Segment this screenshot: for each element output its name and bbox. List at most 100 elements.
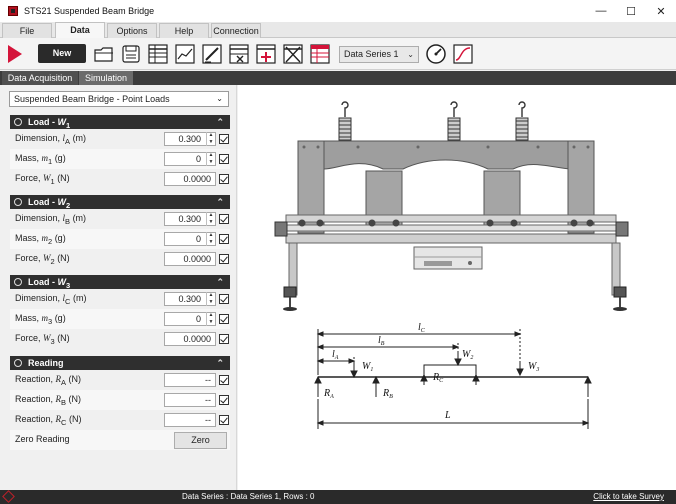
open-folder-icon[interactable] [93,43,115,65]
tab-simulation[interactable]: Simulation [79,71,133,85]
beam-lower [285,233,617,244]
minimize-icon[interactable]: — [586,0,616,22]
load-w3-header[interactable]: Load - W3 ⌃ [10,275,230,290]
force-w3-value: 0.0000 [164,332,216,346]
maximize-icon[interactable]: ☐ [616,0,646,22]
label-la: lA [332,349,339,361]
reaction-rc-checkbox[interactable] [219,415,229,425]
force-w3-checkbox[interactable] [219,334,229,344]
close-icon[interactable]: ✕ [646,0,676,22]
load-w2-force-row: Force, W2 (N) 0.0000 [10,249,230,269]
reaction-label: Reaction, RB (N) [15,394,82,407]
menu-bar: File Data Options Help Connection [0,22,676,39]
menu-tab-data[interactable]: Data [55,22,105,39]
load-w1-header[interactable]: Load - W1 ⌃ [10,115,230,130]
table-icon[interactable] [147,43,169,65]
menu-tab-file[interactable]: File [2,23,52,38]
reaction-rb-row: Reaction, RB (N) -- [10,390,230,410]
survey-link[interactable]: Click to take Survey [593,490,664,504]
app-window: STS21 Suspended Beam Bridge — ☐ ✕ File D… [0,0,676,504]
load-w2-dimension-row: Dimension, lB (m) 0.300 ▲ ▼ [10,209,230,229]
gear-icon [14,198,22,206]
load-w2-mass-row: Mass, m2 (g) 0 ▲ ▼ [10,229,230,249]
spinner-icon[interactable]: ▲ ▼ [206,232,215,246]
force-label: Force, W3 (N) [15,333,70,346]
reaction-label: Reaction, RA (N) [15,374,82,387]
menu-tab-connection[interactable]: Connection [211,23,261,38]
simulation-canvas: lC lB lA W1 W2 W3 RC RA RB L [238,85,676,490]
clear-table-icon[interactable] [282,43,304,65]
mass-m3-checkbox[interactable] [219,314,229,324]
line-chart-icon[interactable] [174,43,196,65]
zero-button[interactable]: Zero [174,432,227,449]
delete-row-icon[interactable] [228,43,250,65]
add-row-icon[interactable] [255,43,277,65]
collapse-icon[interactable]: ⌃ [216,275,224,289]
tab-data-acquisition[interactable]: Data Acquisition [2,71,78,85]
gear-icon [14,118,22,126]
load-w3-mass-row: Mass, m3 (g) 0 ▲ ▼ [10,309,230,329]
reaction-rb-checkbox[interactable] [219,395,229,405]
spinner-icon[interactable]: ▲ ▼ [206,312,215,326]
gear-icon [14,278,22,286]
reading-header[interactable]: Reading ⌃ [10,356,230,370]
curve-icon[interactable] [452,43,474,65]
beam-upper [285,214,617,223]
dimension-lc-checkbox[interactable] [219,294,229,304]
mass-m2-checkbox[interactable] [219,234,229,244]
sub-tab-bar: Data Acquisition Simulation [0,71,676,85]
gauge-icon[interactable] [425,43,447,65]
load-w3-dimension-row: Dimension, lC (m) 0.300 ▲ ▼ [10,289,230,309]
menu-tab-options[interactable]: Options [107,23,157,38]
force-w2-checkbox[interactable] [219,254,229,264]
data-series-value: Data Series 1 [344,49,399,59]
load-w3-force-row: Force, W3 (N) 0.0000 [10,329,230,349]
force-w1-value: 0.0000 [164,172,216,186]
force-w2-value: 0.0000 [164,252,216,266]
left-foot [283,286,297,298]
label-lc: lC [418,322,426,334]
spring-hook-1 [338,101,352,141]
dimension-la-checkbox[interactable] [219,134,229,144]
right-foot-base [613,307,627,311]
reaction-ra-row: Reaction, RA (N) -- [10,370,230,390]
force-w1-checkbox[interactable] [219,174,229,184]
experiment-select[interactable]: Suspended Beam Bridge - Point Loads ⌄ [9,91,229,107]
collapse-icon[interactable]: ⌃ [216,115,224,129]
spinner-icon[interactable]: ▲ ▼ [206,132,215,146]
label-rb: RB [382,388,393,400]
status-bar: Data Series : Data Series 1, Rows : 0 Cl… [0,490,676,504]
right-foot [613,286,627,298]
reaction-label: Reaction, RC (N) [15,414,82,427]
settings-panel: Suspended Beam Bridge - Point Loads ⌄ Lo… [0,85,237,490]
new-button[interactable]: New [38,44,86,63]
label-w1: W1 [362,361,373,373]
reaction-ra-checkbox[interactable] [219,375,229,385]
reaction-rc-row: Reaction, RC (N) -- [10,410,230,430]
load-w2-header[interactable]: Load - W2 ⌃ [10,195,230,210]
play-icon[interactable] [8,45,22,63]
spinner-icon[interactable]: ▲ ▼ [206,152,215,166]
label-rc: RC [432,372,444,384]
table-settings-icon[interactable] [309,43,331,65]
status-text: Data Series : Data Series 1, Rows : 0 [182,492,315,501]
label-w3: W3 [528,361,539,373]
window-controls: — ☐ ✕ [586,0,676,22]
load-w1-mass-row: Mass, m1 (g) 0 ▲ ▼ [10,149,230,169]
mass-m1-checkbox[interactable] [219,154,229,164]
edit-icon[interactable] [201,43,223,65]
status-logo-icon [2,490,15,503]
chevron-down-icon: ⌄ [216,94,223,103]
spinner-icon[interactable]: ▲ ▼ [206,292,215,306]
load-w1-dimension-row: Dimension, lA (m) 0.300 ▲ ▼ [10,129,230,149]
collapse-icon[interactable]: ⌃ [216,195,224,209]
zero-reading-row: Zero Reading Zero [10,430,230,450]
title-bar: STS21 Suspended Beam Bridge — ☐ ✕ [0,0,676,22]
dimension-lb-checkbox[interactable] [219,214,229,224]
save-icon[interactable] [120,43,142,65]
spinner-icon[interactable]: ▲ ▼ [206,212,215,226]
data-series-select[interactable]: Data Series 1 ⌄ [339,46,419,63]
bridge-apparatus-diagram: lC lB lA W1 W2 W3 RC RA RB L [274,101,629,429]
menu-tab-help[interactable]: Help [159,23,209,38]
collapse-icon[interactable]: ⌃ [216,356,224,370]
